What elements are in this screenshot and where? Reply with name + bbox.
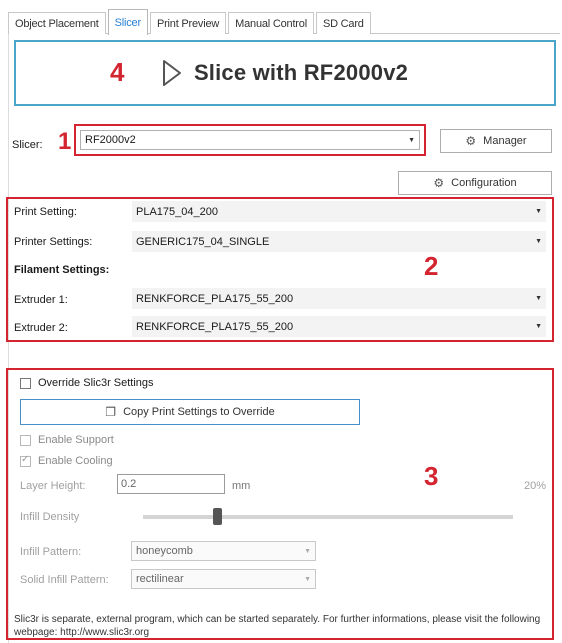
print-setting-value: PLA175_04_200 [136,205,218,218]
configuration-button-label: Configuration [451,177,517,189]
filament-settings-heading: Filament Settings: [14,264,110,276]
infill-density-label: Infill Density [20,511,80,523]
infill-pattern-value: honeycomb [136,545,193,557]
infill-pattern-label: Infill Pattern: [20,546,82,558]
configuration-button[interactable]: ⚙ Configuration [398,171,552,195]
override-slic3r-label: Override Slic3r Settings [38,377,154,389]
copy-print-settings-button[interactable]: ❐ Copy Print Settings to Override [20,399,360,425]
infill-density-slider-track[interactable] [143,515,513,519]
checkbox-checked-icon: ✓ [20,453,31,467]
dropdown-arrow-icon: ▼ [535,238,542,245]
solid-infill-pattern-label: Solid Infill Pattern: [20,574,109,586]
slic3r-info-text: Slic3r is separate, external program, wh… [14,614,541,638]
gear-icon: ⚙ [465,134,477,148]
tab-sd-card[interactable]: SD Card [315,12,371,34]
tab-slicer[interactable]: Slicer [107,9,148,35]
copy-icon: ❐ [105,405,117,419]
solid-infill-pattern-value: rectilinear [136,573,184,585]
slice-button-label: Slice with RF2000v2 [193,60,409,85]
manager-button-label: Manager [483,135,527,147]
override-slic3r-checkbox[interactable]: Override Slic3r Settings [20,377,154,389]
extruder-1-value: RENKFORCE_PLA175_55_200 [136,292,294,305]
enable-cooling-label: Enable Cooling [38,455,113,467]
tab-bar: Object Placement Slicer Print Preview Ma… [8,6,373,35]
layer-height-unit: mm [232,480,251,492]
extruder-1-select[interactable]: RENKFORCE_PLA175_55_200 ▼ [132,288,546,309]
layer-height-input[interactable]: 0.2 [117,474,225,494]
annotation-number-2: 2 [424,251,439,281]
annotation-number-4: 4 [110,57,125,87]
print-setting-select[interactable]: PLA175_04_200 ▼ [132,201,546,222]
dropdown-arrow-icon: ▼ [408,136,415,144]
layer-height-label: Layer Height: [20,480,86,492]
slicer-select[interactable]: RF2000v2 ▼ [80,130,420,150]
checkbox-icon [20,434,31,446]
infill-density-percent: 20% [524,480,547,492]
dropdown-arrow-icon: ▼ [304,547,311,555]
infill-density-slider-thumb[interactable] [212,508,222,525]
tab-manual-control[interactable]: Manual Control [228,12,314,34]
slice-button[interactable]: Slice with RF2000v2 [14,40,556,106]
slicer-label: Slicer: [12,139,43,151]
annotation-number-1: 1 [58,128,72,155]
dropdown-arrow-icon: ▼ [535,323,542,330]
extruder-2-value: RENKFORCE_PLA175_55_200 [136,320,294,333]
dropdown-arrow-icon: ▼ [535,208,542,215]
enable-cooling-checkbox[interactable]: ✓ Enable Cooling [20,453,113,467]
layer-height-value: 0.2 [121,478,137,490]
infill-pattern-select[interactable]: honeycomb ▼ [131,541,316,561]
gear-icon: ⚙ [433,176,445,190]
printer-settings-value: GENERIC175_04_SINGLE [136,235,270,248]
checkbox-icon [20,377,31,389]
play-outline-icon [162,60,181,86]
tab-object-placement[interactable]: Object Placement [8,12,106,34]
print-setting-label: Print Setting: [14,206,77,218]
enable-support-checkbox[interactable]: Enable Support [20,434,114,446]
manager-button[interactable]: ⚙ Manager [440,129,552,153]
annotation-number-3: 3 [424,461,439,491]
enable-support-label: Enable Support [38,434,114,446]
printer-settings-label: Printer Settings: [14,236,93,248]
extruder-2-select[interactable]: RENKFORCE_PLA175_55_200 ▼ [132,316,546,337]
copy-button-label: Copy Print Settings to Override [123,406,275,418]
printer-settings-select[interactable]: GENERIC175_04_SINGLE ▼ [132,231,546,252]
extruder-1-label: Extruder 1: [14,294,68,306]
slicer-select-value: RF2000v2 [85,134,136,146]
tab-print-preview[interactable]: Print Preview [149,12,227,34]
dropdown-arrow-icon: ▼ [535,295,542,302]
dropdown-arrow-icon: ▼ [304,575,311,583]
solid-infill-pattern-select[interactable]: rectilinear ▼ [131,569,316,589]
extruder-2-label: Extruder 2: [14,322,68,334]
